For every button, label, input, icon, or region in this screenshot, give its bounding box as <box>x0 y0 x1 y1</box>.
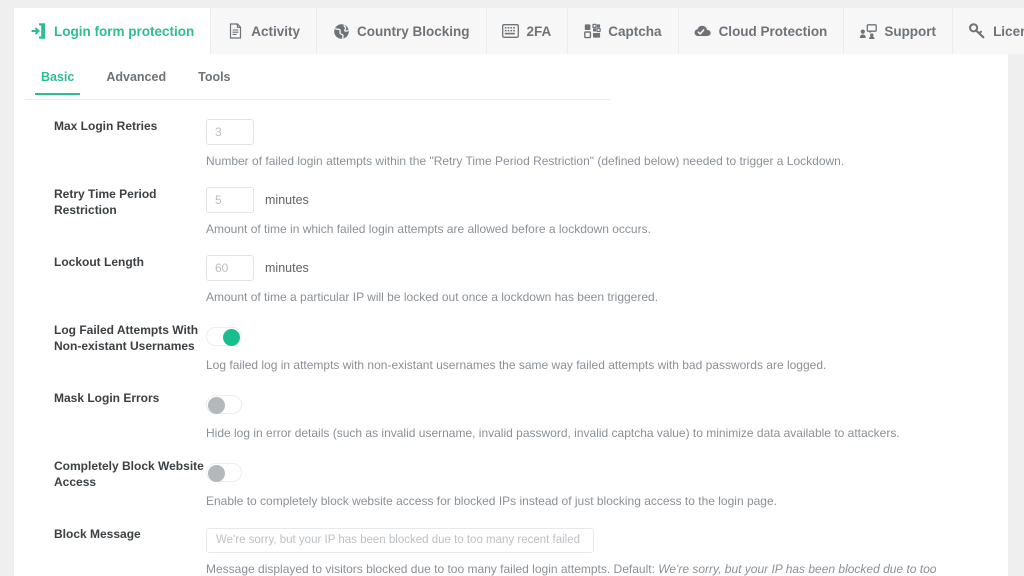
setting-hint: Amount of time in which failed login att… <box>206 222 651 236</box>
tab-support[interactable]: Support <box>844 8 954 54</box>
log-failed-attempts-toggle[interactable] <box>206 326 242 346</box>
block-message-input[interactable] <box>206 527 594 553</box>
tab-label: Captcha <box>608 23 662 39</box>
setting-label: Retry Time Period Restriction <box>54 187 157 217</box>
setting-label: Block Message <box>54 527 141 541</box>
toggle-knob <box>208 396 225 414</box>
setting-label: Log Failed Attempts With Non-existant Us… <box>54 323 199 353</box>
main-tab-bar: Login form protection Activity Country B… <box>14 8 1024 54</box>
toggle-knob <box>223 328 240 346</box>
subtab-label: Tools <box>198 70 231 84</box>
mask-login-errors-toggle[interactable] <box>206 394 242 414</box>
setting-field: Log failed log in attempts with non-exis… <box>206 322 1008 374</box>
completely-block-toggle[interactable] <box>206 462 242 482</box>
app-window: Login form protection Activity Country B… <box>0 0 1024 576</box>
toggle-knob <box>208 464 225 482</box>
tab-label: Cloud Protection <box>718 23 828 39</box>
cloud-check-icon <box>694 22 712 40</box>
setting-row-mask-login-errors: Mask Login Errors Hide log in error deta… <box>14 390 1008 442</box>
tab-2fa[interactable]: 2FA <box>486 8 569 54</box>
tab-label: License <box>993 23 1024 39</box>
settings-panel: Basic Advanced Tools Max Login Retries N… <box>14 54 1008 576</box>
setting-field: Hide log in error details (such as inval… <box>206 390 1008 442</box>
setting-row-retry-time-period: Retry Time Period Restriction minutes Am… <box>14 186 1008 238</box>
setting-hint: Message displayed to visitors blocked du… <box>206 561 968 576</box>
hint-prefix: Message displayed to visitors blocked du… <box>206 562 659 576</box>
tab-label: Activity <box>251 23 301 39</box>
setting-label: Completely Block Website Access <box>54 459 204 489</box>
tab-license[interactable]: License <box>953 8 1024 54</box>
subtab-advanced[interactable]: Advanced <box>90 67 182 94</box>
tab-login-form-protection[interactable]: Login form protection <box>14 8 212 54</box>
setting-field: Enable to completely block website acces… <box>206 458 1008 510</box>
max-login-retries-input[interactable] <box>206 119 254 145</box>
unit-label: minutes <box>265 193 309 207</box>
setting-hint: Number of failed login attempts within t… <box>206 154 845 168</box>
setting-field: minutes Amount of time a particular IP w… <box>206 254 1008 306</box>
tab-captcha[interactable]: Captcha <box>568 8 679 54</box>
setting-label: Lockout Length <box>54 255 144 269</box>
setting-field: Message displayed to visitors blocked du… <box>206 526 1008 576</box>
setting-field: minutes Amount of time in which failed l… <box>206 186 1008 238</box>
tab-country-blocking[interactable]: Country Blocking <box>317 8 487 54</box>
retry-time-period-input[interactable] <box>206 187 254 213</box>
settings-form: Max Login Retries Number of failed login… <box>14 100 1008 576</box>
tab-label: Country Blocking <box>357 23 470 39</box>
key-icon <box>968 22 986 40</box>
globe-icon <box>332 22 350 40</box>
setting-label: Max Login Retries <box>54 119 158 133</box>
tab-activity[interactable]: Activity <box>211 8 318 54</box>
tab-cloud-protection[interactable]: Cloud Protection <box>678 8 845 54</box>
sub-tab-bar: Basic Advanced Tools <box>25 67 610 100</box>
login-door-icon <box>29 22 47 40</box>
captcha-grid-icon <box>583 22 601 40</box>
setting-row-log-failed-attempts: Log Failed Attempts With Non-existant Us… <box>14 322 1008 374</box>
setting-hint: Amount of time a particular IP will be l… <box>206 290 659 304</box>
unit-label: minutes <box>265 261 309 275</box>
support-people-icon <box>859 22 878 40</box>
lockout-length-input[interactable] <box>206 255 254 281</box>
setting-row-lockout-length: Lockout Length minutes Amount of time a … <box>14 254 1008 306</box>
setting-row-completely-block: Completely Block Website Access Enable t… <box>14 458 1008 510</box>
subtab-basic[interactable]: Basic <box>25 67 90 95</box>
tab-label: 2FA <box>526 23 552 39</box>
setting-row-max-login-retries: Max Login Retries Number of failed login… <box>14 118 1008 170</box>
setting-hint: Hide log in error details (such as inval… <box>206 426 900 440</box>
keypad-icon <box>502 22 520 40</box>
setting-hint: Log failed log in attempts with non-exis… <box>206 358 827 372</box>
tab-label: Login form protection <box>54 23 195 39</box>
subtab-label: Advanced <box>106 70 167 84</box>
tab-label: Support <box>884 23 937 39</box>
setting-label: Mask Login Errors <box>54 391 160 405</box>
subtab-label: Basic <box>41 70 75 84</box>
setting-row-block-message: Block Message Message displayed to visit… <box>14 526 1008 576</box>
setting-hint: Enable to completely block website acces… <box>206 494 777 508</box>
setting-field: Number of failed login attempts within t… <box>206 118 1008 170</box>
document-icon <box>226 22 244 40</box>
subtab-tools[interactable]: Tools <box>182 67 246 94</box>
